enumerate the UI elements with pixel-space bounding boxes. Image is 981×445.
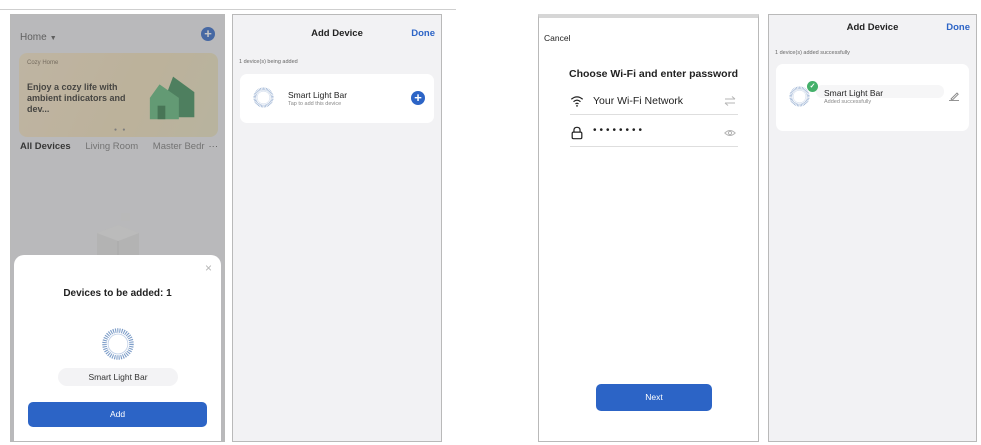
wifi-network-value: Your Wi-Fi Network: [593, 95, 684, 107]
device-ring-icon: [253, 87, 274, 108]
add-device-screen: Add Device Done 1 device(s) being added …: [232, 14, 442, 442]
wifi-screen: Cancel Choose Wi-Fi and enter password Y…: [538, 14, 759, 442]
status-text: 1 device(s) added successfully: [775, 50, 850, 56]
sheet-title: Devices to be added: 1: [63, 288, 172, 299]
close-icon[interactable]: ×: [205, 261, 212, 275]
device-card[interactable]: ✓ Smart Light Bar Added successfully: [776, 64, 969, 131]
eye-icon[interactable]: [724, 127, 736, 139]
device-ring-icon: [102, 328, 134, 360]
devices-to-add-sheet: × Devices to be added: 1 Smart Light Bar…: [14, 255, 221, 441]
device-subtitle: Added successfully: [824, 99, 872, 105]
home-screen: Home ▼ + Cozy Home Enjoy a cozy life with…: [10, 14, 225, 442]
nav-bar: Add Device Done: [233, 15, 441, 53]
swap-icon[interactable]: [724, 95, 736, 107]
page-title: Add Device: [846, 22, 899, 33]
device-subtitle: Tap to add this device: [288, 101, 342, 107]
pencil-icon[interactable]: [948, 91, 960, 101]
password-field[interactable]: ••••••••: [570, 123, 738, 147]
status-text: 1 device(s) being added: [239, 59, 298, 65]
device-card[interactable]: Smart Light Bar Tap to add this device +: [240, 74, 434, 123]
done-button[interactable]: Done: [946, 22, 970, 33]
add-button[interactable]: Add: [28, 402, 207, 427]
device-name: Smart Light Bar: [824, 88, 884, 98]
wifi-network-field[interactable]: Your Wi-Fi Network: [570, 91, 738, 115]
page-title: Choose Wi-Fi and enter password: [569, 68, 739, 80]
device-name: Smart Light Bar: [288, 90, 348, 100]
password-value: ••••••••: [593, 125, 646, 136]
check-icon: ✓: [807, 81, 818, 92]
page-title: Add Device: [311, 28, 363, 39]
lock-icon: [571, 126, 583, 140]
next-button[interactable]: Next: [596, 384, 712, 411]
screenshot-canvas: Home ▼ + Cozy Home Enjoy a cozy life with…: [0, 0, 981, 445]
device-name-pill: Smart Light Bar: [58, 368, 178, 386]
cancel-button[interactable]: Cancel: [544, 33, 570, 43]
done-button[interactable]: Done: [411, 28, 435, 39]
divider-line: [0, 9, 456, 10]
plus-icon[interactable]: +: [411, 91, 425, 105]
wifi-icon: [570, 96, 584, 107]
add-device-success-screen: Add Device Done 1 device(s) added succes…: [768, 14, 977, 442]
nav-bar: Add Device Done: [769, 15, 976, 53]
